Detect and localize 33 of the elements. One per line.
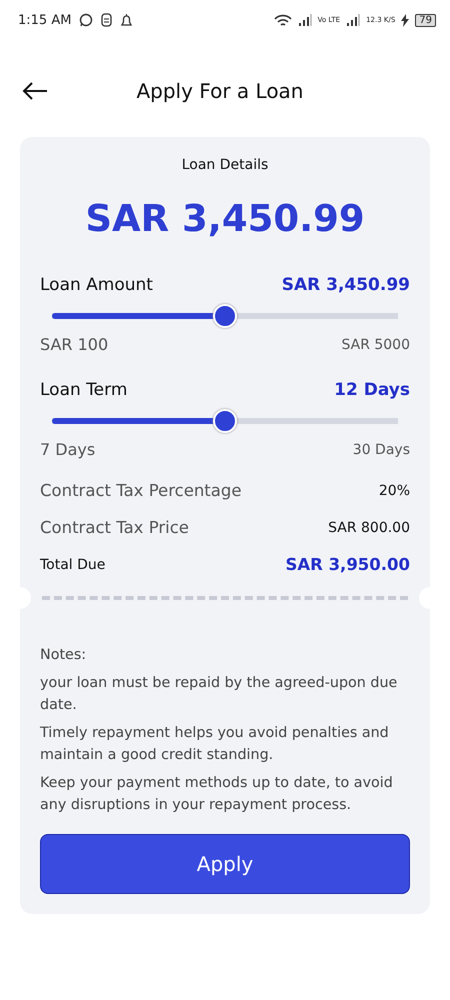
card-heading: Loan Details — [180, 157, 270, 173]
time: 1:15 AM — [18, 12, 72, 28]
slider-value: SAR 3,450.99 — [282, 275, 410, 295]
note-text: Keep your payment methods up to date, to avoid any disruptions in your repayment process. — [40, 774, 394, 815]
summary-value: 20% — [378, 482, 410, 498]
chat-icon — [79, 13, 94, 27]
bolt-icon — [401, 14, 410, 26]
apply-button[interactable]: Apply — [40, 834, 410, 894]
page-title: Apply For a Loan — [135, 79, 304, 103]
notes-title: Notes: — [40, 646, 88, 665]
min-label: 7 Days — [40, 440, 96, 459]
wifi-icon — [274, 14, 292, 26]
signal-icon — [346, 14, 360, 26]
summary-value: SAR 800.00 — [328, 520, 410, 536]
slider-label: Loan Term — [40, 380, 128, 400]
slider-label: Loan Amount — [40, 275, 153, 295]
note-text: Timely repayment helps you avoid penalties and maintain a good credit standing. — [40, 724, 390, 765]
max-label: SAR 5000 — [341, 336, 410, 352]
max-label: 30 Days — [352, 442, 410, 458]
note-text: your loan must be repaid by the agreed-upon due date. — [40, 674, 398, 715]
loan-amount: SAR 3,450.99 — [84, 197, 366, 240]
summary-label: Contract Tax Price — [40, 518, 189, 537]
signal-icon — [298, 14, 312, 26]
slider-handle[interactable] — [213, 304, 237, 328]
slider-value: 12 Days — [334, 380, 410, 400]
battery-level: 79 — [415, 14, 436, 26]
alarm-icon — [120, 13, 134, 27]
slider-handle[interactable] — [213, 409, 237, 433]
summary-label: Contract Tax Percentage — [40, 481, 242, 500]
sim-icon — [101, 13, 112, 27]
summary-label: Total Due — [40, 556, 106, 572]
min-label: SAR 100 — [40, 335, 108, 354]
summary-value: SAR 3,950.00 — [285, 555, 410, 574]
